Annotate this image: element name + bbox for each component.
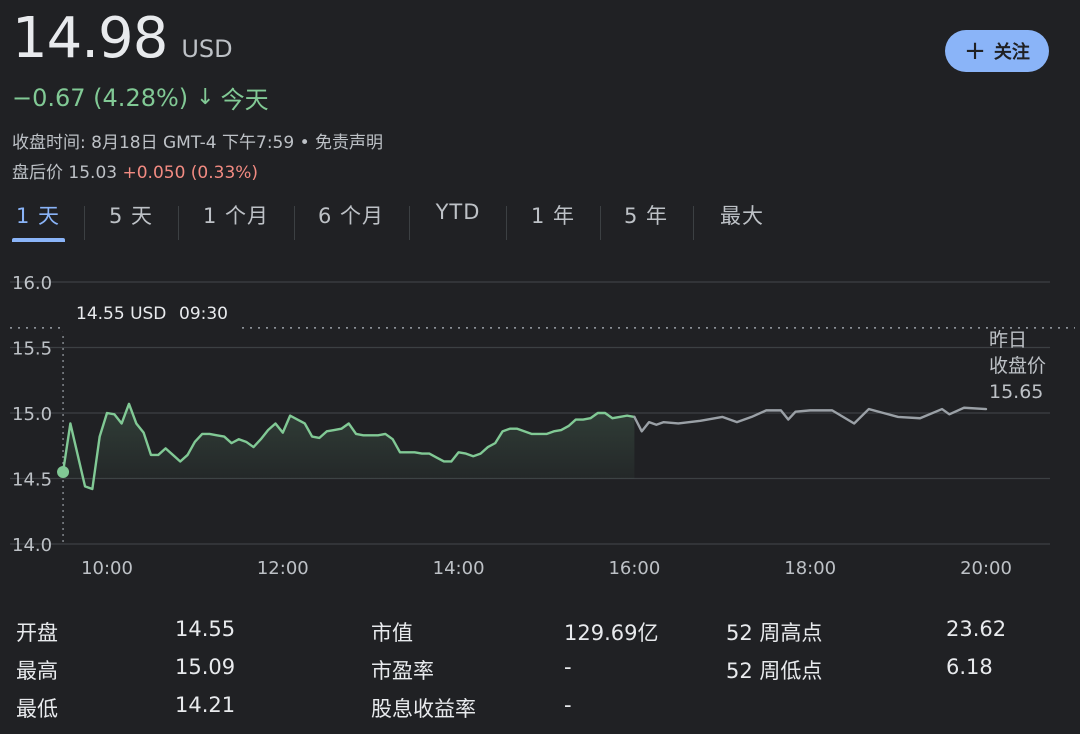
tab-separator	[409, 206, 410, 240]
tooltip-price: 14.55 USD	[76, 304, 166, 324]
stat-open-label: 开盘	[16, 621, 58, 645]
tab-6m[interactable]: 6 个月	[318, 200, 384, 230]
previous-close-label: 昨日	[989, 329, 1027, 351]
tab-separator	[600, 206, 601, 240]
stat-pe-label: 市盈率	[371, 659, 434, 683]
stat-mktcap-label: 市值	[371, 621, 413, 645]
tab-1m[interactable]: 1 个月	[203, 200, 269, 230]
stat-mktcap-value: 129.69亿	[564, 621, 659, 645]
after-hours-change: +0.050 (0.33%)	[122, 163, 259, 183]
stat-yield-value: -	[564, 693, 572, 717]
stat-52w-low-label: 52 周低点	[726, 659, 823, 683]
tab-separator	[178, 206, 179, 240]
active-tab-indicator	[12, 238, 65, 242]
x-tick-label: 10:00	[81, 558, 133, 579]
price-header: 14.98 USD	[12, 6, 233, 71]
tab-5d[interactable]: 5 天	[109, 200, 153, 230]
previous-close-label: 收盘价	[989, 355, 1046, 377]
y-tick-label: 14.5	[12, 470, 52, 491]
arrow-down-icon: ↓	[196, 85, 215, 110]
stat-52w-high-value: 23.62	[946, 617, 1007, 641]
stat-yield-label: 股息收益率	[371, 697, 476, 721]
stat-low-label: 最低	[16, 697, 58, 721]
stat-52w-low-value: 6.18	[946, 655, 993, 679]
after_hours-session-line	[633, 406, 988, 433]
close-time: 收盘时间: 8月18日 GMT-4 下午7:59 • 免责声明	[12, 133, 384, 153]
after-hours-label: 盘后价 15.03	[12, 163, 118, 183]
x-tick-label: 16:00	[608, 558, 660, 579]
price-chart[interactable]: 16.0 15.5 15.0 14.5 14.0 10:00 12:00 14:00 16:00…	[0, 262, 1080, 582]
tab-separator	[506, 206, 507, 240]
previous-close-label: 15.65	[989, 381, 1043, 403]
follow-button[interactable]: + 关注	[945, 30, 1049, 72]
tab-ytd[interactable]: YTD	[436, 200, 481, 224]
x-tick-label: 20:00	[960, 558, 1012, 579]
tooltip-time: 09:30	[179, 304, 228, 324]
price-change-row: −0.67 (4.28%) ↓ 今天	[12, 80, 269, 115]
y-tick-label: 15.0	[12, 404, 52, 425]
stat-high-label: 最高	[16, 659, 58, 683]
plus-icon: +	[964, 36, 986, 66]
x-tick-label: 18:00	[784, 558, 836, 579]
x-tick-label: 12:00	[257, 558, 309, 579]
stat-52w-high-label: 52 周高点	[726, 621, 823, 645]
tab-1d[interactable]: 1 天	[16, 200, 60, 230]
tab-separator	[693, 206, 694, 240]
y-tick-label: 14.0	[12, 535, 52, 556]
follow-button-label: 关注	[993, 42, 1030, 63]
stat-pe-value: -	[564, 655, 572, 679]
stat-low-value: 14.21	[175, 693, 236, 717]
tab-separator	[84, 206, 85, 240]
tab-1y[interactable]: 1 年	[531, 200, 575, 230]
currency-code: USD	[181, 35, 233, 63]
price-change: −0.67 (4.28%)	[12, 83, 189, 112]
stat-high-value: 15.09	[175, 655, 236, 679]
current-price: 14.98	[12, 6, 168, 71]
y-tick-label: 16.0	[12, 273, 52, 294]
tab-max[interactable]: 最大	[720, 200, 764, 230]
stat-open-value: 14.55	[175, 617, 236, 641]
tab-separator	[294, 206, 295, 240]
tab-5y[interactable]: 5 年	[624, 200, 668, 230]
x-tick-label: 14:00	[433, 558, 485, 579]
hover-point	[57, 465, 70, 478]
change-period: 今天	[220, 86, 269, 114]
y-tick-label: 15.5	[12, 339, 52, 360]
after-hours-row: 盘后价 15.03 +0.050 (0.33%)	[12, 158, 258, 183]
